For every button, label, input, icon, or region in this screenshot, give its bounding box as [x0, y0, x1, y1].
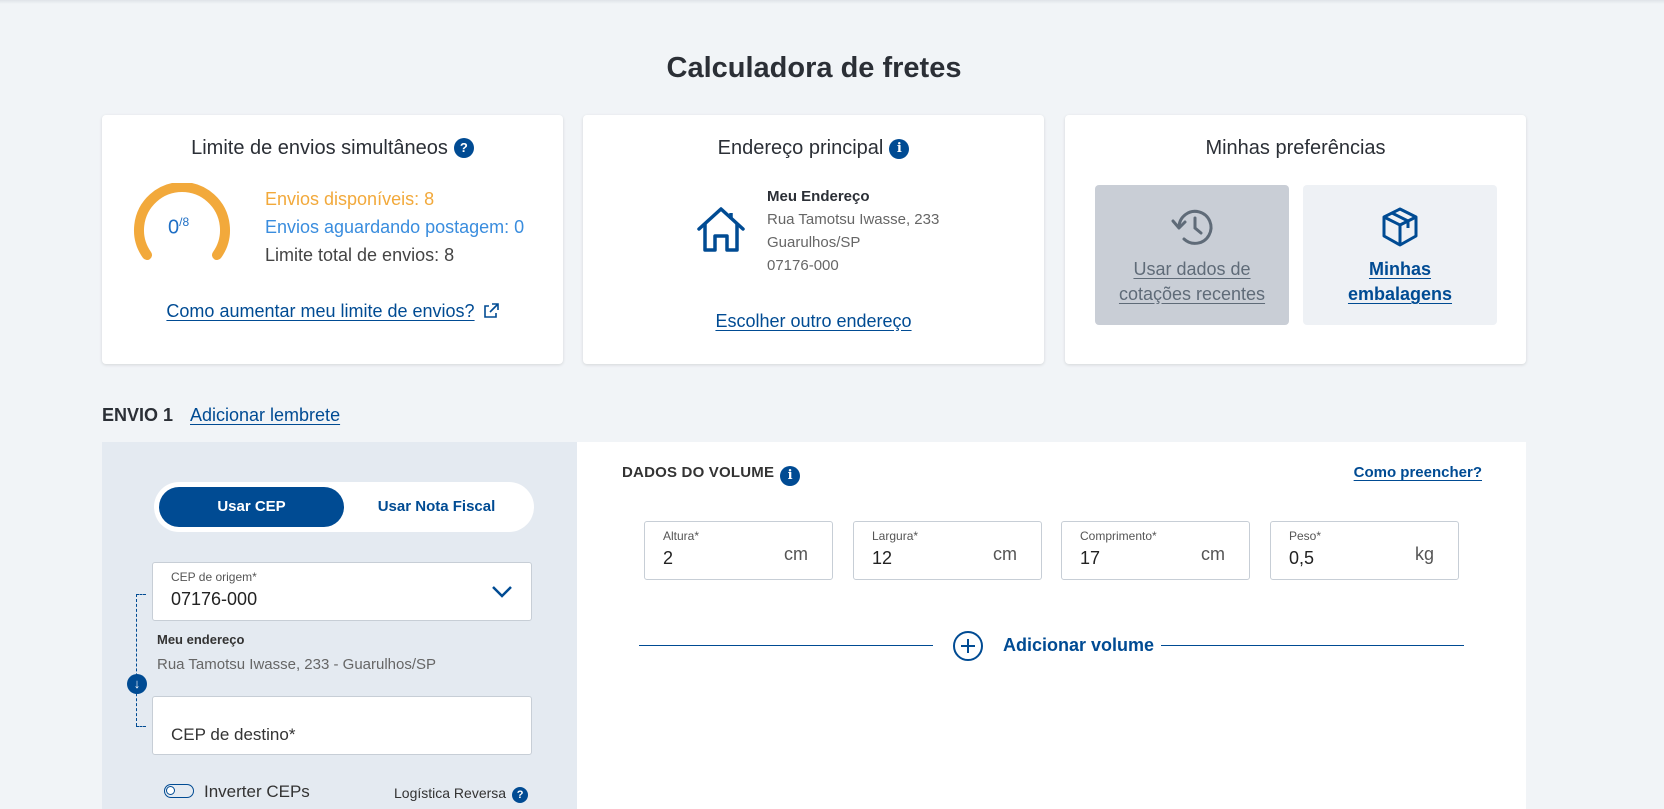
length-value: 17 [1080, 548, 1101, 568]
reverse-logistics-label: Logística Reversa [394, 785, 507, 801]
change-address-link[interactable]: Escolher outro endereço [715, 311, 911, 331]
chevron-down-icon [492, 586, 512, 598]
gauge-max: /8 [179, 215, 190, 229]
recent-quotes-line1: Usar dados de [1133, 259, 1251, 279]
length-label: Comprimento* [1080, 529, 1157, 543]
preferences-card: Minhas preferências Usar dados de cotaçõ… [1065, 115, 1526, 364]
weight-value: 0,5 [1289, 548, 1315, 568]
arrow-down-icon: ↓ [127, 674, 147, 694]
use-invoice-tab[interactable]: Usar Nota Fiscal [344, 487, 529, 527]
invert-ceps-label: Inverter CEPs [204, 782, 310, 801]
length-field[interactable]: Comprimento* 17 cm [1061, 521, 1250, 580]
destination-cep-placeholder: CEP de destino* [171, 725, 296, 744]
limit-card-title: Limite de envios simultâneos? [102, 137, 563, 160]
address-name: Meu Endereço [767, 188, 870, 205]
total-limit: Limite total de envios: 8 [265, 245, 455, 265]
add-volume-button[interactable]: Adicionar volume [1003, 635, 1154, 656]
width-unit: cm [993, 544, 1017, 564]
add-reminder-link[interactable]: Adicionar lembrete [190, 405, 340, 426]
toggle-knob [166, 786, 175, 795]
height-field[interactable]: Altura* 2 cm [644, 521, 833, 580]
volume-title-text: DADOS DO VOLUME [622, 464, 775, 481]
my-address-value: Rua Tamotsu Iwasse, 233 - Guarulhos/SP [157, 656, 437, 673]
recent-quotes-line2: cotações recentes [1118, 284, 1266, 304]
cep-mode-toggle: Usar CEP Usar Nota Fiscal [154, 482, 534, 532]
address-city: Guarulhos/SP [767, 234, 861, 251]
width-value: 12 [872, 548, 893, 568]
volume-title: DADOS DO VOLUME i [622, 464, 801, 486]
origin-cep-label: CEP de origem* [171, 570, 257, 584]
house-icon [697, 207, 745, 252]
weight-unit: kg [1414, 544, 1434, 564]
my-packages-button[interactable]: Minhas embalagens [1303, 185, 1497, 325]
my-packages-line1: Minhas [1368, 259, 1431, 279]
box-icon [1382, 207, 1418, 247]
history-icon [1171, 209, 1213, 245]
address-street: Rua Tamotsu Iwasse, 233 [767, 211, 940, 228]
increase-limit-row: Como aumentar meu limite de envios? [102, 301, 563, 322]
divider-left [639, 645, 933, 646]
connector-bottom [136, 726, 146, 727]
main-address: Meu Endereço Rua Tamotsu Iwasse, 233 Gua… [767, 185, 939, 277]
info-icon[interactable]: i [889, 139, 910, 159]
address-card-title: Endereço principal i [583, 137, 1044, 160]
weight-field[interactable]: Peso* 0,5 kg [1270, 521, 1459, 580]
limit-stats: Envios disponíveis: 8 Envios aguardando … [265, 185, 524, 269]
increase-limit-text: Como aumentar meu limite de envios? [166, 301, 475, 321]
awaiting-shipments: Envios aguardando postagem: 0 [265, 217, 525, 237]
page-title: Calculadora de fretes [666, 52, 962, 84]
height-value: 2 [663, 548, 674, 568]
width-field[interactable]: Largura* 12 cm [853, 521, 1042, 580]
connector-line [136, 594, 146, 726]
address-zip: 07176-000 [767, 257, 839, 274]
gauge-value: 0 [168, 216, 180, 239]
address-card: Endereço principal i Meu Endereço Rua Tam… [583, 115, 1044, 364]
top-shadow [0, 0, 1664, 4]
how-to-fill-link[interactable]: Como preencher? [1354, 464, 1482, 481]
info-icon[interactable]: i [780, 466, 801, 486]
gauge-label: 0/8 [168, 215, 189, 240]
width-label: Largura* [872, 529, 919, 543]
my-address-label: Meu endereço [157, 632, 245, 647]
use-cep-tab[interactable]: Usar CEP [159, 487, 344, 527]
reverse-logistics: Logística Reversa? [394, 785, 529, 803]
available-shipments: Envios disponíveis: 8 [265, 189, 435, 209]
limit-card: Limite de envios simultâneos? 0/8 Envios… [102, 115, 563, 364]
height-unit: cm [784, 544, 808, 564]
address-card-title-text: Endereço principal [717, 137, 884, 159]
limit-card-title-text: Limite de envios simultâneos [191, 137, 448, 159]
origin-cep-select[interactable]: CEP de origem* 07176-000 [152, 562, 532, 621]
shipment-title: ENVIO 1 [102, 405, 174, 425]
cep-panel: Usar CEP Usar Nota Fiscal ↓ CEP de orige… [102, 442, 577, 809]
increase-limit-link[interactable]: Como aumentar meu limite de envios? [166, 301, 499, 321]
preferences-card-title: Minhas preferências [1205, 137, 1386, 159]
change-address-row: Escolher outro endereço [583, 311, 1044, 332]
length-unit: cm [1201, 544, 1225, 564]
weight-label: Peso* [1289, 529, 1322, 543]
plus-circle-icon[interactable] [953, 631, 983, 661]
volume-panel: DADOS DO VOLUME i Como preencher? Altura*… [577, 442, 1526, 809]
destination-cep-input[interactable]: CEP de destino* [152, 696, 532, 755]
origin-cep-value: 07176-000 [171, 589, 258, 609]
question-icon[interactable]: ? [453, 138, 474, 158]
invert-ceps-toggle[interactable] [164, 784, 194, 798]
my-packages-line2: embalagens [1347, 284, 1453, 304]
use-recent-quotes-button[interactable]: Usar dados de cotações recentes [1095, 185, 1289, 325]
external-link-icon [483, 303, 499, 318]
height-label: Altura* [663, 529, 700, 543]
question-icon[interactable]: ? [512, 787, 529, 803]
divider-right [1161, 645, 1464, 646]
